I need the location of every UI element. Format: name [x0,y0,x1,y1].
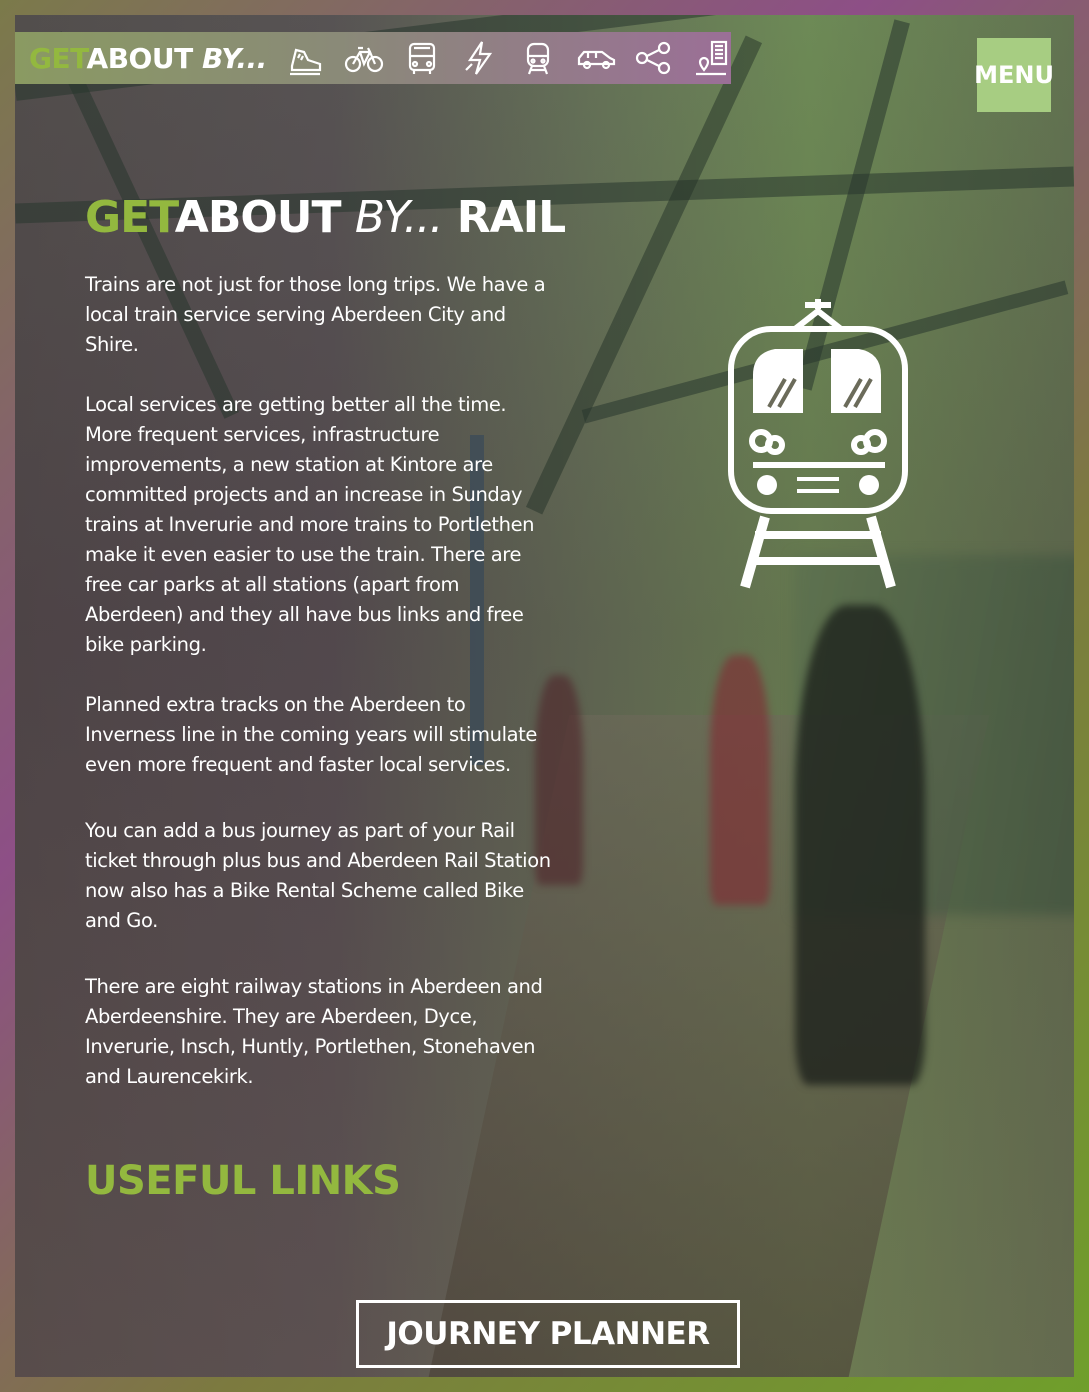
bicycle-icon[interactable] [335,36,393,80]
menu-button[interactable]: MENU [974,38,1054,112]
passenger [795,605,925,1085]
title-mode: RAIL [456,192,566,243]
title-get: GET [85,192,176,243]
train-icon[interactable] [509,36,567,80]
passenger [710,655,770,905]
title-by: BY... [354,192,444,243]
brand-by: BY... [201,41,267,75]
top-nav-bar: GETABOUT BY... [15,32,731,84]
useful-links-heading: USEFUL LINKS [85,1158,401,1204]
paragraph: Trains are not just for those long trips… [85,273,546,356]
page-title: GETABOUT BY... RAIL [85,192,566,243]
building-location-icon[interactable] [683,36,741,80]
bus-icon[interactable] [393,36,451,80]
energy-icon[interactable] [451,36,509,80]
rail-description: Trains are not just for those long trips… [85,270,555,1092]
car-icon[interactable] [567,36,625,80]
paragraph: Local services are getting better all th… [85,393,535,656]
page-frame: GETABOUT BY... MENU GETABOUT BY... RAIL … [0,0,1089,1392]
paragraph: Planned extra tracks on the Aberdeen to … [85,693,538,776]
title-about: ABOUT [174,192,342,243]
journey-planner-button[interactable]: JOURNEY PLANNER [356,1300,740,1368]
share-icon[interactable] [625,36,683,80]
mode-icons [277,36,741,80]
brand-about: ABOUT [86,41,194,75]
brand-get: GET [29,41,87,75]
brand-logo[interactable]: GETABOUT BY... [29,42,267,75]
paragraph: You can add a bus journey as part of you… [85,819,551,932]
large-train-icon [728,299,908,589]
paragraph: There are eight railway stations in Aber… [85,975,543,1088]
walking-shoe-icon[interactable] [277,36,335,80]
